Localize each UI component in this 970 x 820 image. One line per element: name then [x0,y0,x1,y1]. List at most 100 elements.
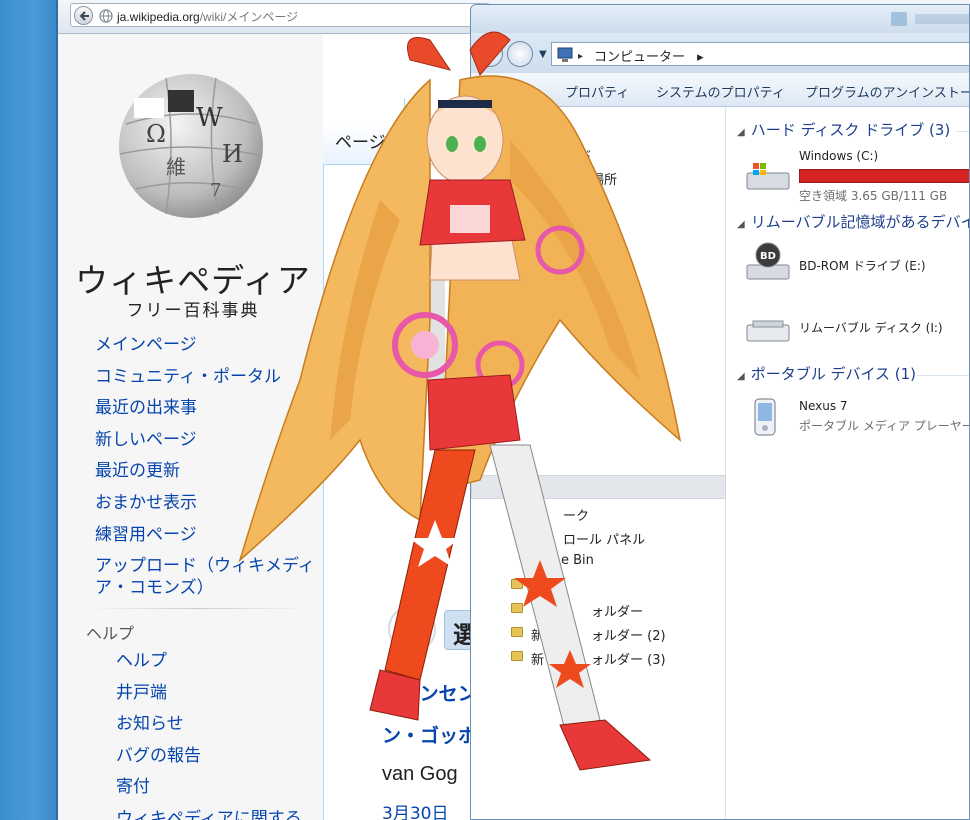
back-arrow-icon [79,11,89,21]
wikipedia-tagline: フリー百科事典 [126,301,260,321]
nav-sandbox[interactable]: 練習用ページ [95,520,315,552]
explorer-address-row: ▼ ▸ コンピューター ▸ [471,33,969,73]
explorer-content-pane: ◢ ハード ディスク ドライブ (3) Windows (C:) 空き領域 3.6… [727,107,970,819]
nav-selection-highlight [471,475,726,499]
toolbar-uninstall-program[interactable]: プログラムのアンインストール [805,82,969,101]
help-list: ヘルプ 井戸端 お知らせ バグの報告 寄付 ウィキペディアに関する [116,646,316,820]
nav-community-portal[interactable]: コミュニティ・ポータル [95,362,315,394]
nav-current-events[interactable]: 最近の出来事 [95,393,315,425]
computer-icon: ▸ [557,47,583,62]
nav-new-folder[interactable]: ォルダー [591,601,643,620]
drive-c-free-space: 空き領域 3.65 GB/111 GB [799,189,948,203]
group-removable-devices[interactable]: ◢ リムーバブル記憶域があるデバイ [737,211,970,232]
featured-article-title-line2[interactable]: ン・ゴッホ [382,721,477,748]
nav-upload[interactable]: アップロード（ウィキメディア・コモンズ） [95,551,315,605]
nav-downloads[interactable]: ロード [553,145,592,164]
svg-text:Ω: Ω [146,120,166,148]
tab-page-label: ページ [335,133,386,153]
url-text: ja.wikipedia.org/wiki/メインページ [117,8,298,25]
explorer-window: ▼ ▸ コンピューター ▸ プロパティ システムのプロパティ プログラムのアンイ… [470,4,970,820]
nav-network[interactable]: ーク [563,505,589,524]
desktop-background [0,0,58,820]
featured-article-title-line1[interactable]: フィンセン [382,679,477,706]
explorer-navigation-pane: に入り ロード 場所 ーク ロール パネル e Bin ォルダー 新し ォルダー… [471,107,726,819]
group-portable-label: ポータブル デバイス (1) [750,365,917,383]
tab-page[interactable]: ページ [323,98,405,164]
group-hard-disk-drives[interactable]: ◢ ハード ディスク ドライブ (3) [737,119,950,140]
url-path: /wiki/メインページ [199,10,299,24]
help-link-help[interactable]: ヘルプ [116,646,316,678]
address-bar[interactable]: ja.wikipedia.org/wiki/メインページ [70,3,490,27]
help-heading[interactable]: ヘルプ [86,620,134,644]
svg-text:W: W [196,103,223,133]
breadcrumb-separator: ▸ [578,51,583,62]
help-link-village-pump[interactable]: 井戸端 [116,678,316,710]
nav-new-folder-2-prefix[interactable]: 新し [531,625,557,644]
featured-article-latin-name: van Gog [382,763,458,785]
nexus-7-name[interactable]: Nexus 7 [799,399,848,413]
removable-disk-icon [746,320,790,342]
recent-pages-dropdown-icon[interactable]: ▼ [539,49,547,60]
folder-icon [511,627,523,637]
bd-badge: BD [760,251,776,262]
puzzle-globe-icon: Ω [355,233,445,393]
breadcrumb-computer[interactable]: コンピューター ▸ [594,46,704,65]
featured-star-badge [388,605,436,653]
group-portable-devices[interactable]: ◢ ポータブル デバイス (1) [737,363,916,384]
nav-new-pages[interactable]: 新しいページ [95,425,315,457]
nav-recent-places[interactable]: 場所 [591,169,617,188]
help-link-donate[interactable]: 寄付 [116,772,316,804]
hard-drive-icon [746,163,790,190]
nav-favorites[interactable]: に入り [533,121,572,140]
wiki-navigation: メインページ コミュニティ・ポータル 最近の出来事 新しいページ 最近の更新 お… [95,330,315,605]
drive-i-name[interactable]: リムーバブル ディスク (I:) [799,319,943,336]
window-icon [891,12,907,26]
explorer-forward-button[interactable] [507,41,533,67]
nav-control-panel[interactable]: ロール パネル [563,529,645,548]
drive-c-name[interactable]: Windows (C:) [799,149,878,163]
nav-new-folder-3[interactable]: ォルダー (3) [591,649,666,668]
svg-text:Ω: Ω [377,322,405,362]
globe-icon [99,9,113,23]
svg-text:維: 維 [166,155,186,179]
explorer-back-button[interactable] [477,41,503,67]
bd-rom-drive-icon: BD [746,242,790,280]
nav-main-page[interactable]: メインページ [95,330,315,362]
svg-text:И: И [222,140,243,168]
toolbar-system-properties[interactable]: システムのプロパティ [656,82,785,101]
nav-recycle-bin[interactable]: e Bin [561,553,594,568]
breadcrumb-arrow: ▸ [697,50,704,65]
wikipedia-globe-logo[interactable]: Ω W И 維 7 [106,64,276,224]
drive-c-capacity-bar [799,169,969,183]
breadcrumb-label: コンピューター [594,50,686,65]
featured-article-date[interactable]: 3月30日 [382,799,448,820]
window-title-blurred [915,14,969,24]
wiki-sidebar: Ω W И 維 7 ウィキペディア フリー百科事典 メインページ コミュニティ・… [58,34,323,820]
wikipedia-wordmark: ウィキペディア [75,261,311,300]
svg-text:7: 7 [210,180,221,201]
help-link-announcements[interactable]: お知らせ [116,709,316,741]
group-divider [917,375,969,376]
group-divider [957,131,969,132]
nexus-7-type: ポータブル メディア プレーヤー [799,419,970,433]
folder-icon [511,579,523,589]
folder-icon [511,603,523,613]
back-button[interactable] [74,6,93,25]
explorer-breadcrumb[interactable]: ▸ コンピューター ▸ [551,42,969,66]
help-link-about[interactable]: ウィキペディアに関する [116,804,316,820]
url-host: ja.wikipedia.org [117,10,200,24]
star-icon [396,613,430,647]
group-removable-label: リムーバブル記憶域があるデバイ [750,213,970,231]
nav-new-folder-3-prefix[interactable]: 新し [531,649,557,668]
toolbar-properties[interactable]: プロパティ [565,82,629,101]
nav-recent-changes[interactable]: 最近の更新 [95,456,315,488]
sidebar-divider [88,608,308,609]
nav-new-folder-2[interactable]: ォルダー (2) [591,625,666,644]
explorer-titlebar [471,5,969,33]
media-player-icon [754,398,776,436]
help-link-bug-report[interactable]: バグの報告 [116,741,316,773]
drive-e-name[interactable]: BD-ROM ドライブ (E:) [799,257,926,274]
nav-random-page[interactable]: おまかせ表示 [95,488,315,520]
explorer-toolbar: プロパティ システムのプロパティ プログラムのアンインストール [471,73,969,107]
folder-icon [511,651,523,661]
